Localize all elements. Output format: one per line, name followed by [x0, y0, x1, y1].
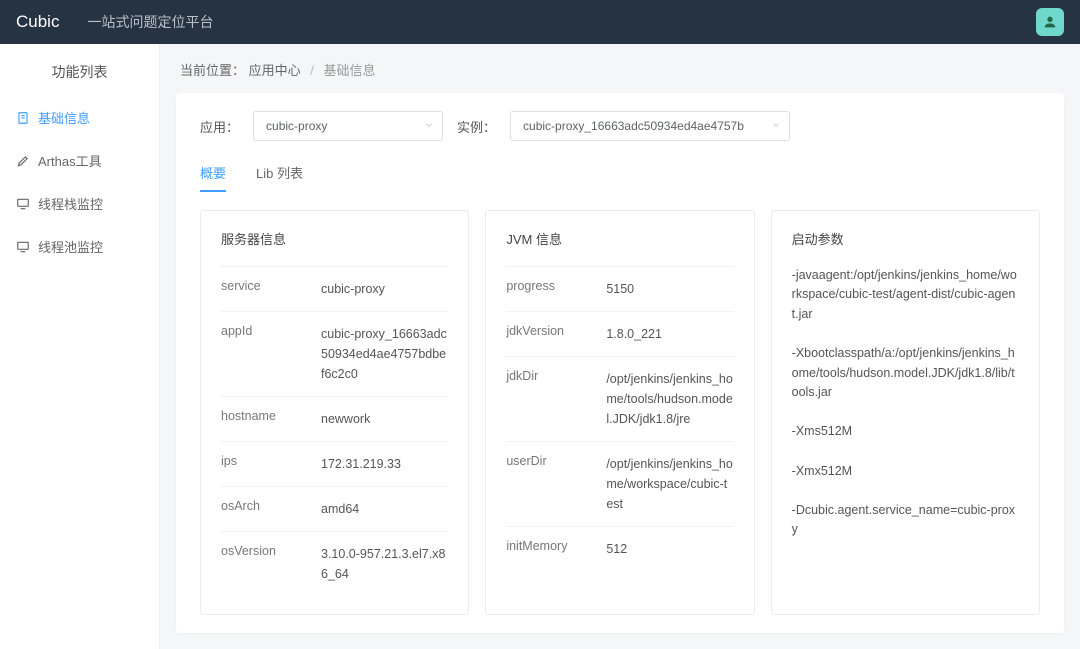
- monitor-icon: [16, 240, 30, 254]
- kv-key: jdkDir: [506, 369, 606, 383]
- breadcrumb-prefix: 当前位置：: [180, 63, 245, 78]
- chevron-down-icon: [771, 119, 781, 133]
- breadcrumb-parent[interactable]: 应用中心: [249, 63, 301, 78]
- kv-row: initMemory512: [506, 526, 733, 571]
- sidebar-item-label: 线程栈监控: [38, 194, 103, 213]
- tab-lib-list[interactable]: Lib 列表: [256, 163, 303, 192]
- startup-param-line: -javaagent:/opt/jenkins/jenkins_home/wor…: [792, 266, 1019, 334]
- sidebar-item-thread-stack[interactable]: 线程栈监控: [0, 182, 159, 225]
- kv-key: jdkVersion: [506, 324, 606, 338]
- kv-value: /opt/jenkins/jenkins_home/tools/hudson.m…: [606, 369, 733, 429]
- kv-row: osVersion3.10.0-957.21.3.el7.x86_64: [221, 531, 448, 596]
- kv-row: servicecubic-proxy: [221, 266, 448, 311]
- kv-value: newwork: [321, 409, 370, 429]
- sidebar: 功能列表 基础信息 Arthas工具 线程栈监控 线程池监控: [0, 44, 160, 649]
- instance-select-value: cubic-proxy_16663adc50934ed4ae4757b: [523, 119, 744, 133]
- kv-key: progress: [506, 279, 606, 293]
- breadcrumb: 当前位置： 应用中心 / 基础信息: [176, 60, 1064, 79]
- kv-value: /opt/jenkins/jenkins_home/workspace/cubi…: [606, 454, 733, 514]
- kv-key: osArch: [221, 499, 321, 513]
- top-header: Cubic 一站式问题定位平台: [0, 0, 1080, 44]
- server-info-card: 服务器信息 servicecubic-proxyappIdcubic-proxy…: [200, 210, 469, 615]
- startup-param-line: -Xms512M: [792, 412, 1019, 451]
- document-icon: [16, 111, 30, 125]
- filter-bar: 应用： cubic-proxy 实例： cubic-proxy_16663adc…: [200, 111, 1040, 141]
- breadcrumb-current: 基础信息: [324, 63, 376, 78]
- kv-key: osVersion: [221, 544, 321, 558]
- card-title: 启动参数: [792, 229, 1019, 248]
- kv-value: cubic-proxy: [321, 279, 385, 299]
- tabs: 概要 Lib 列表: [200, 163, 1040, 192]
- startup-param-line: -Xmx512M: [792, 452, 1019, 491]
- sidebar-item-arthas[interactable]: Arthas工具: [0, 139, 159, 182]
- sidebar-item-label: 基础信息: [38, 108, 90, 127]
- app-filter-label: 应用：: [200, 117, 239, 136]
- startup-params-card: 启动参数 -javaagent:/opt/jenkins/jenkins_hom…: [771, 210, 1040, 615]
- kv-row: osArchamd64: [221, 486, 448, 531]
- kv-key: userDir: [506, 454, 606, 468]
- startup-param-line: -Xbootclasspath/a:/opt/jenkins/jenkins_h…: [792, 334, 1019, 412]
- sidebar-item-label: 线程池监控: [38, 237, 103, 256]
- startup-param-line: -Dcubic.agent.service_name=cubic-proxy: [792, 491, 1019, 550]
- kv-key: appId: [221, 324, 321, 338]
- kv-row: appIdcubic-proxy_16663adc50934ed4ae4757b…: [221, 311, 448, 396]
- sidebar-item-basic-info[interactable]: 基础信息: [0, 96, 159, 139]
- kv-key: initMemory: [506, 539, 606, 553]
- kv-key: hostname: [221, 409, 321, 423]
- kv-value: 172.31.219.33: [321, 454, 401, 474]
- instance-select[interactable]: cubic-proxy_16663adc50934ed4ae4757b: [510, 111, 790, 141]
- cards-row: 服务器信息 servicecubic-proxyappIdcubic-proxy…: [200, 210, 1040, 633]
- card-title: JVM 信息: [506, 229, 733, 248]
- card-title: 服务器信息: [221, 229, 448, 248]
- avatar[interactable]: [1036, 8, 1064, 36]
- monitor-icon: [16, 197, 30, 211]
- app-tagline: 一站式问题定位平台: [87, 12, 213, 32]
- kv-value: cubic-proxy_16663adc50934ed4ae4757bdbef6…: [321, 324, 448, 384]
- kv-row: jdkVersion1.8.0_221: [506, 311, 733, 356]
- breadcrumb-separator: /: [310, 63, 314, 78]
- kv-value: amd64: [321, 499, 359, 519]
- tab-overview[interactable]: 概要: [200, 163, 226, 192]
- kv-row: jdkDir/opt/jenkins/jenkins_home/tools/hu…: [506, 356, 733, 441]
- kv-value: 512: [606, 539, 627, 559]
- kv-row: progress5150: [506, 266, 733, 311]
- kv-row: hostnamenewwork: [221, 396, 448, 441]
- app-select-value: cubic-proxy: [266, 119, 327, 133]
- jvm-info-card: JVM 信息 progress5150jdkVersion1.8.0_221jd…: [485, 210, 754, 615]
- edit-icon: [16, 154, 30, 168]
- sidebar-item-label: Arthas工具: [38, 151, 102, 170]
- kv-value: 1.8.0_221: [606, 324, 662, 344]
- sidebar-title: 功能列表: [0, 62, 159, 96]
- kv-key: service: [221, 279, 321, 293]
- app-logo: Cubic: [16, 12, 59, 32]
- kv-row: ips172.31.219.33: [221, 441, 448, 486]
- kv-row: userDir/opt/jenkins/jenkins_home/workspa…: [506, 441, 733, 526]
- content-panel: 应用： cubic-proxy 实例： cubic-proxy_16663adc…: [176, 93, 1064, 633]
- kv-value: 3.10.0-957.21.3.el7.x86_64: [321, 544, 448, 584]
- chevron-down-icon: [424, 119, 434, 133]
- sidebar-item-thread-pool[interactable]: 线程池监控: [0, 225, 159, 268]
- instance-filter-label: 实例：: [457, 117, 496, 136]
- user-icon: [1042, 14, 1058, 30]
- kv-value: 5150: [606, 279, 634, 299]
- kv-key: ips: [221, 454, 321, 468]
- main-content: 当前位置： 应用中心 / 基础信息 应用： cubic-proxy 实例： cu…: [160, 44, 1080, 649]
- app-select[interactable]: cubic-proxy: [253, 111, 443, 141]
